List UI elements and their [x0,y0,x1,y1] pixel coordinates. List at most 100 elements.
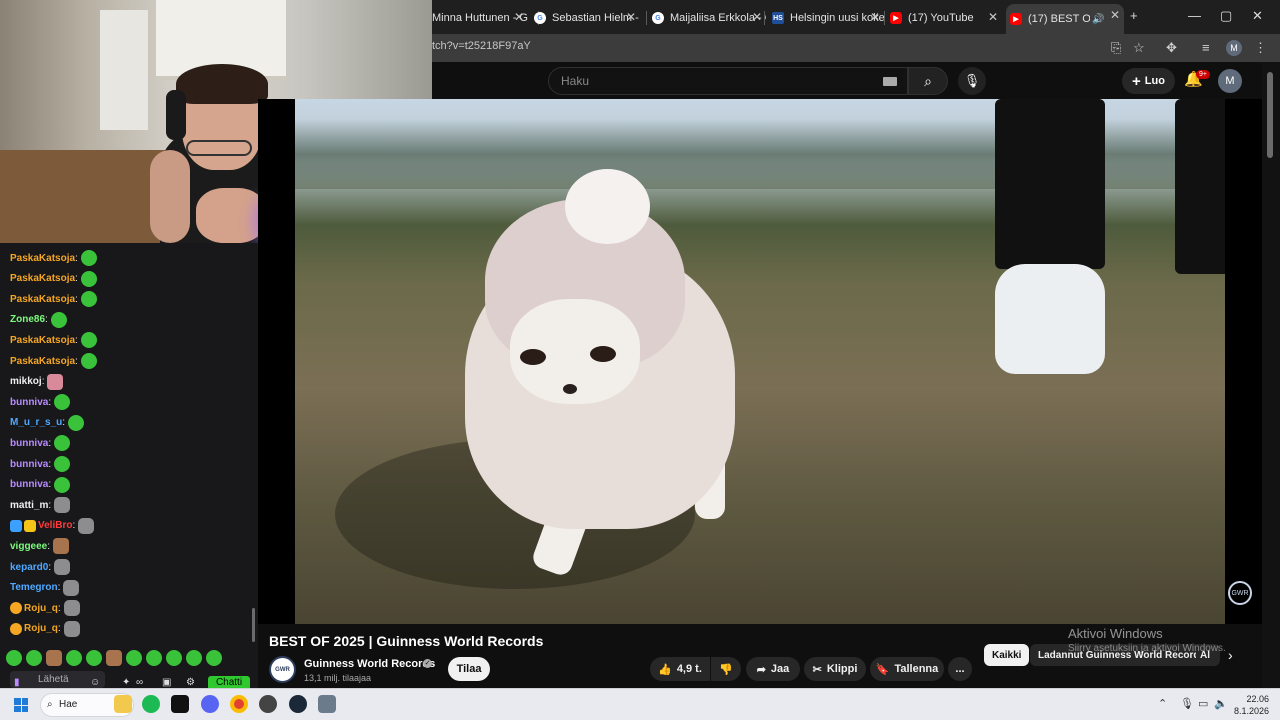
chat-username[interactable]: bunniva [10,397,48,408]
chat-badge-icon[interactable] [24,519,36,532]
video-player[interactable]: GWR [258,99,1262,624]
chat-emote[interactable] [47,373,64,390]
minimize-icon[interactable]: — [1188,8,1201,23]
chat-emote[interactable] [54,394,71,411]
emote-picker-icon[interactable]: ☺ [90,677,100,688]
chat-username[interactable]: viggeee [10,541,47,552]
close-window-icon[interactable]: ✕ [1252,8,1263,24]
install-app-icon[interactable]: ⎘ [1111,40,1121,56]
chat-username[interactable]: bunniva [10,459,48,470]
browser-tab-active[interactable]: ▶ (17) BEST OF 202 🔊 ✕ [1006,4,1124,34]
emote[interactable] [206,650,222,666]
chat-emote[interactable] [50,311,67,328]
chat-badge-icon[interactable] [10,519,22,532]
chat-emote[interactable] [54,559,71,575]
emote[interactable] [106,650,122,666]
menu-kebab-icon[interactable]: ⋮ [1254,40,1267,56]
chat-emote[interactable] [80,250,97,266]
browser-tab[interactable]: G Maijaliisa Erkkola - G ✕ [648,6,766,30]
page-scrollbar[interactable] [1262,62,1280,688]
chat-emote[interactable] [78,517,95,534]
chat-emote[interactable] [80,291,97,308]
obs-icon[interactable] [259,695,277,713]
spotify-icon[interactable] [142,695,160,713]
create-button[interactable]: + Luo [1122,68,1175,94]
search-input[interactable]: Haku [561,74,589,88]
emote[interactable] [126,650,142,666]
chat-username[interactable]: Zone86 [10,314,45,325]
clip-button[interactable]: ✂ Klippi [804,657,866,681]
emote[interactable] [6,650,22,666]
like-button[interactable]: 👍 4,9 t. [650,657,710,681]
chip-all[interactable]: Kaikki [984,644,1030,666]
volume-icon[interactable]: 🔈 [1214,697,1228,710]
calculator-icon[interactable] [318,695,336,713]
emote[interactable] [166,650,182,666]
save-button[interactable]: 🔖 Tallenna [870,657,944,681]
bits-icon[interactable]: ✦ [122,677,130,688]
close-icon[interactable]: ✕ [514,10,524,24]
steam-icon[interactable] [289,695,307,713]
system-clock[interactable]: 22.06 8.1.2026 [1234,693,1269,717]
settings-icon[interactable]: ⚙ [186,677,195,688]
emote[interactable] [86,650,102,666]
chrome-icon[interactable] [230,695,248,713]
chat-emote[interactable] [53,538,70,555]
chevron-right-icon[interactable]: › [1228,647,1233,663]
close-icon[interactable]: ✕ [870,10,880,24]
chat-username[interactable]: PaskaKatsoja [10,335,75,346]
gift-icon[interactable]: ▣ [162,677,171,688]
close-icon[interactable]: ✕ [626,10,636,24]
chat-scrollbar[interactable] [252,608,255,642]
share-button[interactable]: ➦ Jaa [746,657,800,681]
chat-username[interactable]: mikkoj [10,376,42,387]
chat-badge-icon[interactable] [10,602,22,615]
chat-username[interactable]: Roju_q [24,623,58,634]
chat-username[interactable]: M_u_r_s_u [10,417,62,428]
chat-username[interactable]: kepard0 [10,562,48,573]
new-tab-button[interactable]: + [1130,8,1138,23]
channel-avatar[interactable]: GWR [269,656,296,683]
browser-tab[interactable]: G Sebastian Hielm - G ✕ [530,6,640,30]
bookmark-star-icon[interactable]: ☆ [1133,40,1145,56]
emote[interactable] [66,650,82,666]
chat-username[interactable]: Temegron [10,582,58,593]
dislike-button[interactable]: 👎 [711,657,741,681]
close-icon[interactable]: ✕ [1110,8,1120,22]
discord-icon[interactable] [201,695,219,713]
account-avatar[interactable]: M [1218,69,1242,93]
channel-name[interactable]: Guinness World Records [304,658,435,670]
chat-emote[interactable] [63,579,80,596]
chat-emote[interactable] [54,497,71,514]
chat-username[interactable]: Roju_q [24,603,58,614]
chat-emote[interactable] [80,270,97,287]
windows-start-icon[interactable] [14,698,28,712]
chat-emote[interactable] [80,332,97,349]
url-text[interactable]: tch?v=t25218F97aY [432,40,531,52]
maximize-icon[interactable]: ▢ [1220,8,1232,24]
close-icon[interactable]: ✕ [752,10,762,24]
mic-tray-icon[interactable]: 🎙 [1180,697,1194,710]
infinity-icon[interactable]: ∞ [136,677,143,688]
chat-emote[interactable] [80,353,97,369]
network-icon[interactable]: ▭ [1198,697,1208,710]
keyboard-icon[interactable] [883,77,897,86]
profile-avatar[interactable]: M [1226,40,1242,56]
chat-badge-icon[interactable] [10,622,22,635]
chat-username[interactable]: matti_m [10,500,48,511]
chat-emote[interactable] [54,476,71,493]
search-box[interactable]: Haku [548,67,908,95]
chat-emote[interactable] [54,435,71,452]
browser-tab[interactable]: Minna Huttunen - G ✕ [428,6,528,30]
subscribe-button[interactable]: Tilaa [448,657,490,681]
chat-emote[interactable] [63,620,80,637]
speaker-icon[interactable]: 🔊 [1092,14,1104,25]
chat-emote[interactable] [54,456,71,472]
browser-tab[interactable]: HS Helsingin uusi kokei ✕ [768,6,884,30]
extensions-icon[interactable]: ✥ [1166,40,1177,56]
chat-username[interactable]: PaskaKatsoja [10,273,75,284]
emote[interactable] [186,650,202,666]
chat-username[interactable]: bunniva [10,438,48,449]
chat-badge-icon[interactable]: ▮ [14,677,20,688]
file-explorer-icon[interactable] [114,695,132,713]
